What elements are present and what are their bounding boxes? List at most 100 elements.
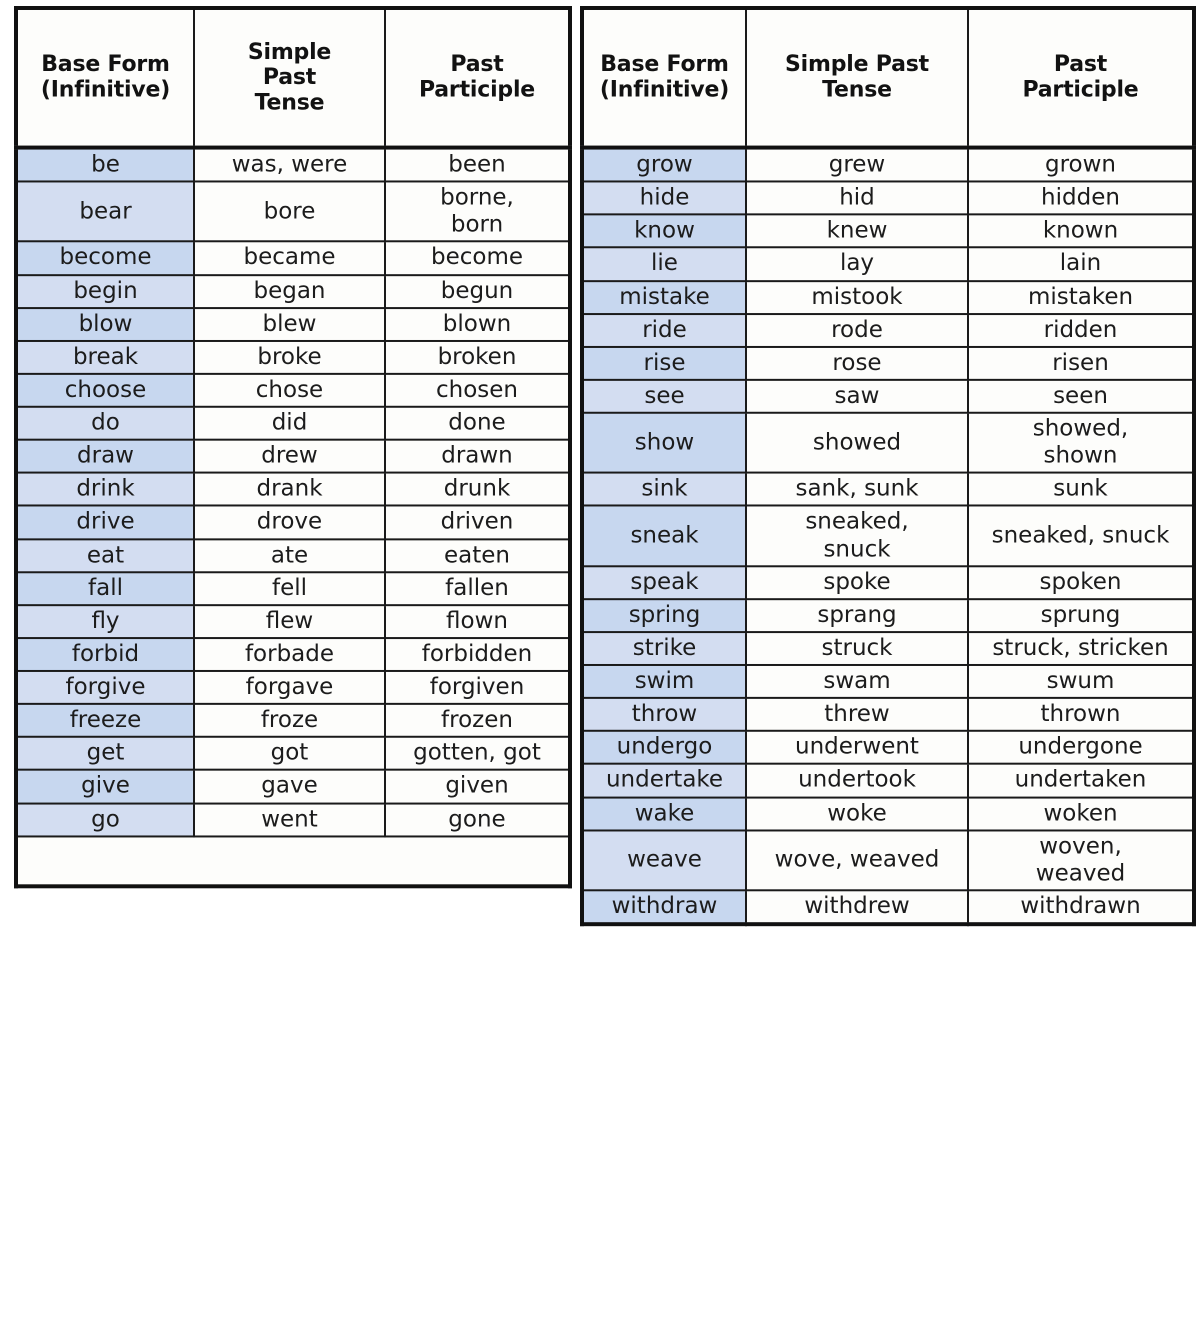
table-row: forgive forgave forgiven [15, 669, 571, 705]
left-header-past-participle: Past Participle [384, 6, 571, 150]
cell-base-form: throw [581, 697, 747, 733]
table-row: sneak sneaked, snuck sneaked, snuck [581, 504, 1195, 567]
cell-past-participle: given [384, 769, 571, 805]
cell-base-form: speak [581, 564, 747, 600]
cell-past-participle: woken [967, 796, 1195, 832]
cell-simple-past-line1: sneaked, [805, 508, 909, 535]
cell-simple-past: threw [745, 697, 969, 733]
cell-simple-past: began [193, 273, 386, 309]
cell-past-participle-line2: weaved [1035, 860, 1126, 887]
left-header-base-form: Base Form (Infinitive) [15, 6, 195, 150]
cell-base-form: bear [15, 180, 195, 243]
cell-base-form: give [15, 769, 195, 805]
cell-simple-past: became [193, 240, 386, 276]
cell-simple-past: undertook [745, 763, 969, 799]
cell-simple-past: drew [193, 438, 386, 474]
tables-container: Base Form (Infinitive) Simple Past Tense… [14, 6, 1196, 1312]
cell-base-form: grow [581, 146, 747, 183]
cell-simple-past: knew [745, 213, 969, 249]
cell-simple-past: sank, sunk [745, 471, 969, 507]
cell-simple-past: sprang [745, 597, 969, 633]
right-table-header: Base Form (Infinitive) Simple Past Tense… [581, 6, 1195, 150]
cell-simple-past: wove, weaved [745, 829, 969, 892]
table-row: rise rose risen [581, 345, 1195, 381]
table-row: begin began begun [15, 273, 571, 309]
cell-base-form: do [15, 405, 195, 441]
right-header-past-participle-line2: Participle [1022, 77, 1139, 103]
left-verb-table: Base Form (Infinitive) Simple Past Tense… [14, 6, 572, 888]
cell-past-participle-line1: borne, [440, 184, 514, 211]
table-row: hide hid hidden [581, 180, 1195, 216]
cell-simple-past: saw [745, 378, 969, 414]
cell-simple-past: did [193, 405, 386, 441]
table-row: withdraw withdrew withdrawn [581, 889, 1195, 926]
cell-past-participle: showed, shown [967, 411, 1195, 474]
cell-simple-past: woke [745, 796, 969, 832]
cell-base-form: see [581, 378, 747, 414]
right-header-base-form-line1: Base Form [600, 52, 729, 78]
cell-past-participle: chosen [384, 372, 571, 408]
cell-simple-past: mistook [745, 279, 969, 315]
cell-base-form: choose [15, 372, 195, 408]
cell-past-participle: done [384, 405, 571, 441]
table-row: drive drove driven [15, 504, 571, 540]
right-header-base-form: Base Form (Infinitive) [581, 6, 747, 150]
cell-past-participle-line2: shown [1043, 442, 1118, 469]
cell-past-participle: driven [384, 504, 571, 540]
table-row: blow blew blown [15, 306, 571, 342]
cell-base-form: mistake [581, 279, 747, 315]
cell-past-participle: frozen [384, 702, 571, 739]
table-row: mistake mistook mistaken [581, 279, 1195, 315]
cell-simple-past: sneaked, snuck [745, 504, 969, 567]
right-header-past-participle-line1: Past [1053, 52, 1108, 78]
cell-simple-past: drank [193, 471, 386, 507]
cell-simple-past: underwent [745, 730, 969, 766]
cell-past-participle: lain [967, 246, 1195, 282]
right-header-simple-past-line1: Simple Past [785, 52, 929, 78]
left-header-simple-past-line3: Tense [254, 90, 325, 116]
cell-simple-past: rode [745, 312, 969, 348]
table-row: forbid forbade forbidden [15, 636, 571, 672]
cell-past-participle: seen [967, 378, 1195, 414]
cell-past-participle-line2: born [450, 211, 504, 238]
cell-base-form: ride [581, 312, 747, 348]
cell-past-participle: fallen [384, 570, 571, 606]
cell-simple-past: hid [745, 180, 969, 216]
left-header-row: Base Form (Infinitive) Simple Past Tense… [15, 6, 571, 150]
right-verb-table: Base Form (Infinitive) Simple Past Tense… [580, 6, 1196, 927]
table-row: throw threw thrown [581, 697, 1195, 733]
table-row: show showed showed, shown [581, 411, 1195, 474]
table-row: fall fell fallen [15, 570, 571, 606]
cell-simple-past: forgave [193, 669, 386, 705]
cell-simple-past: broke [193, 339, 386, 375]
cell-base-form: draw [15, 438, 195, 474]
cell-past-participle: drunk [384, 471, 571, 507]
right-header-base-form-line2: (Infinitive) [599, 77, 730, 103]
cell-base-form: freeze [15, 702, 195, 739]
right-header-simple-past: Simple Past Tense [745, 6, 969, 150]
cell-base-form: sneak [581, 504, 747, 567]
cell-base-form: swim [581, 663, 747, 700]
table-row: weave wove, weaved woven, weaved [581, 829, 1195, 892]
cell-base-form: blow [15, 306, 195, 342]
cell-base-form: weave [581, 829, 747, 892]
table-row: see saw seen [581, 378, 1195, 414]
table-row: undertake undertook undertaken [581, 763, 1195, 799]
cell-base-form: sink [581, 471, 747, 507]
left-header-past-participle-line2: Participle [418, 77, 536, 103]
cell-past-participle: mistaken [967, 279, 1195, 315]
cell-past-participle: sunk [967, 471, 1195, 507]
table-row: ride rode ridden [581, 312, 1195, 348]
cell-past-participle: undergone [967, 730, 1195, 766]
table-row: get got gotten, got [15, 736, 571, 772]
table-row: speak spoke spoken [581, 564, 1195, 600]
table-row: strike struck struck, stricken [581, 630, 1195, 666]
table-row-blank [15, 835, 571, 887]
cell-simple-past: swam [745, 663, 969, 700]
cell-past-participle: sneaked, snuck [967, 504, 1195, 567]
table-row: bear bore borne, born [15, 180, 571, 243]
cell-past-participle: eaten [384, 537, 571, 573]
table-row: undergo underwent undergone [581, 730, 1195, 766]
cell-past-participle: withdrawn [967, 889, 1195, 926]
cell-past-participle: woven, weaved [967, 829, 1195, 892]
